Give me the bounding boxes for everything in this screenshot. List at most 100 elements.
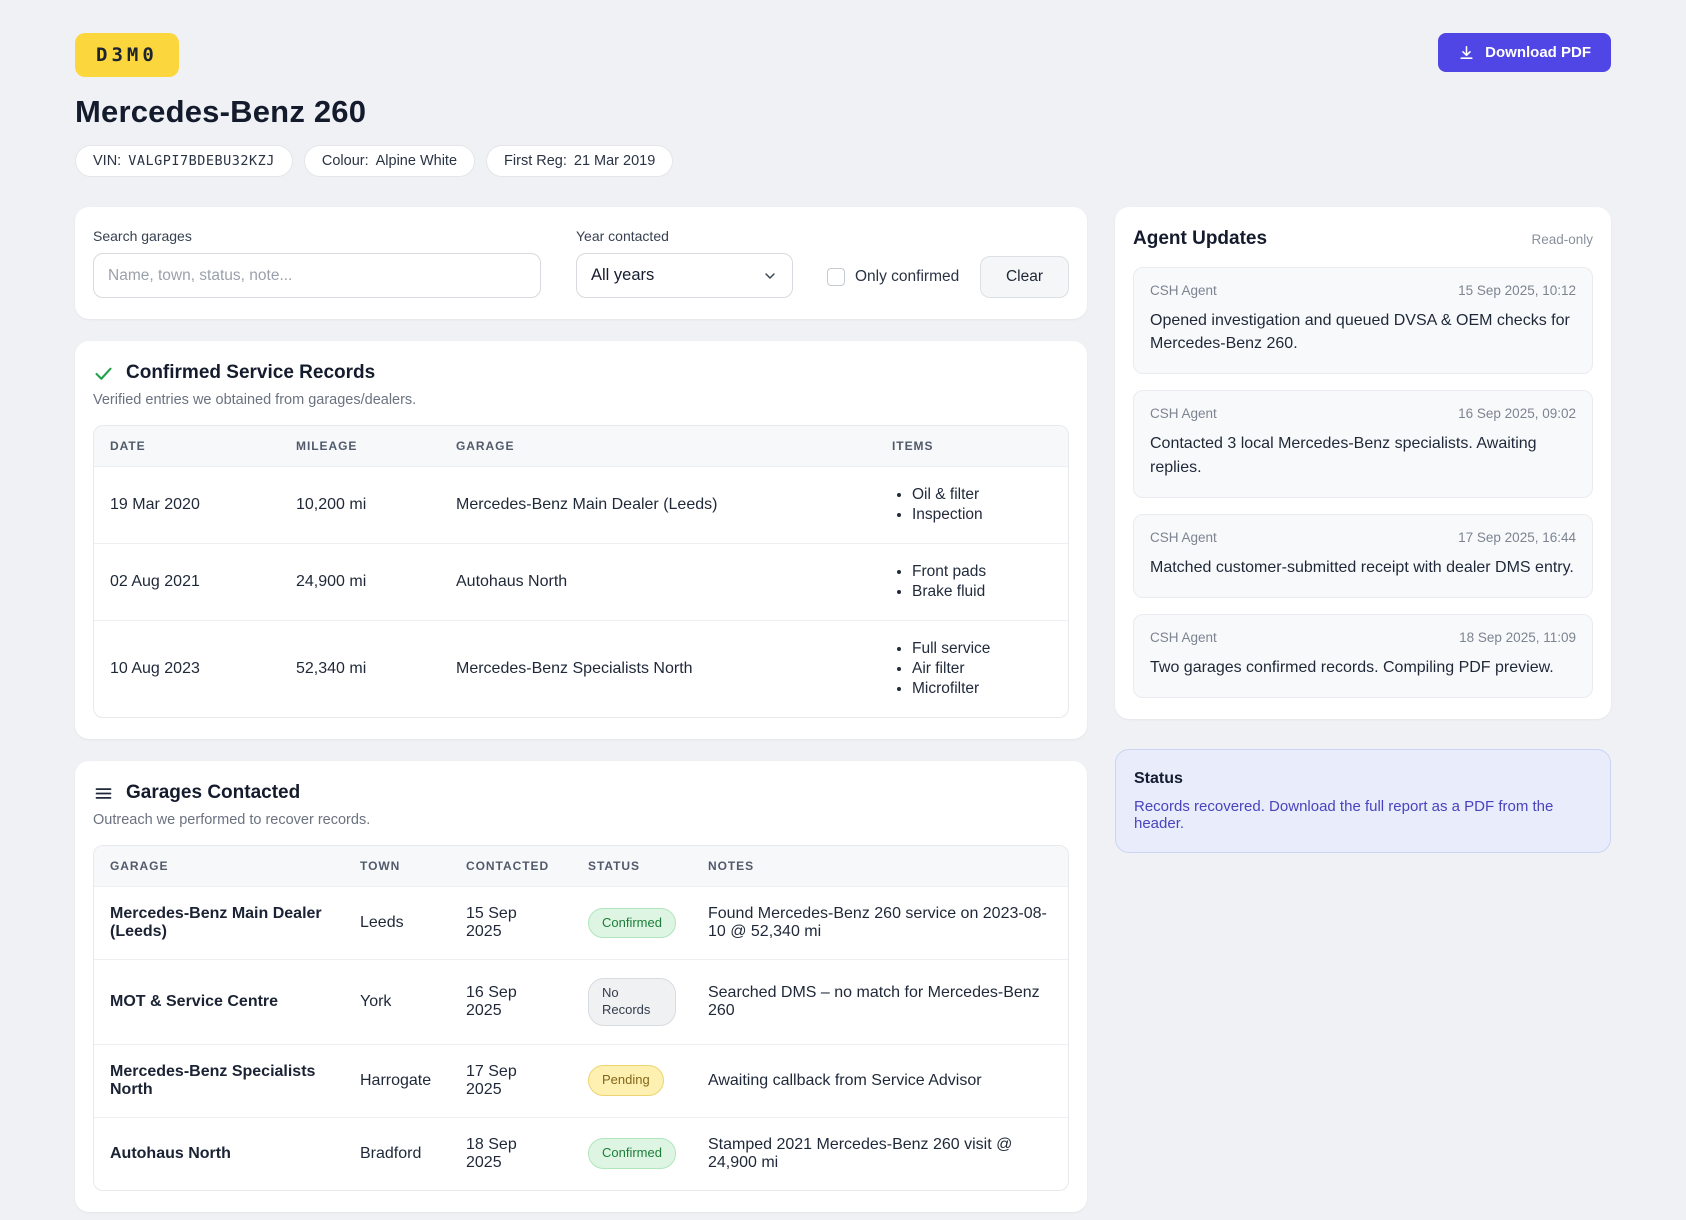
status-badge: No Records bbox=[588, 978, 676, 1026]
column-header: Status bbox=[572, 846, 692, 887]
record-item: Oil & filter bbox=[912, 485, 1052, 505]
confirmed-records-table: DateMileageGarageItems19 Mar 202010,200 … bbox=[94, 426, 1068, 717]
garage-contacted-date: 15 Sep 2025 bbox=[450, 887, 572, 960]
garages-contacted-header: Garages Contacted bbox=[93, 782, 1069, 804]
garage-town: Harrogate bbox=[344, 1044, 450, 1117]
garage-name: Mercedes-Benz Specialists North bbox=[94, 1044, 344, 1117]
download-icon bbox=[1458, 44, 1475, 61]
garage-contact-row: Autohaus NorthBradford18 Sep 2025 Confirm… bbox=[94, 1117, 1068, 1190]
filter-card: Search garages Year contacted All years bbox=[75, 207, 1087, 319]
agent-updates-header: Agent Updates Read-only bbox=[1133, 228, 1593, 250]
column-header: Contacted bbox=[450, 846, 572, 887]
chip-value: 21 Mar 2019 bbox=[574, 153, 655, 169]
garages-contacted-table-wrap: GarageTownContactedStatusNotesMercedes-B… bbox=[93, 845, 1069, 1191]
record-items: Oil & filterInspection bbox=[876, 467, 1068, 544]
readonly-label: Read-only bbox=[1531, 232, 1593, 247]
garage-contacted-date: 17 Sep 2025 bbox=[450, 1044, 572, 1117]
agent-update-timestamp: 17 Sep 2025, 16:44 bbox=[1458, 530, 1576, 545]
garage-status-cell: Confirmed bbox=[572, 1117, 692, 1190]
record-items: Full serviceAir filterMicrofilter bbox=[876, 621, 1068, 718]
column-header: Date bbox=[94, 426, 280, 467]
garage-contact-row: Mercedes-Benz Specialists NorthHarrogate… bbox=[94, 1044, 1068, 1117]
record-garage: Autohaus North bbox=[440, 544, 876, 621]
garage-contact-row: MOT & Service CentreYork16 Sep 2025No Re… bbox=[94, 960, 1068, 1045]
chip-value: VALGPI7BDEBU32KZJ bbox=[128, 153, 275, 169]
garages-contacted-card: Garages Contacted Outreach we performed … bbox=[75, 761, 1087, 1212]
record-item: Air filter bbox=[912, 659, 1052, 679]
garage-town: Leeds bbox=[344, 887, 450, 960]
record-items: Front padsBrake fluid bbox=[876, 544, 1068, 621]
vehicle-chips: VIN:VALGPI7BDEBU32KZJColour:Alpine White… bbox=[75, 145, 1611, 177]
agent-update-timestamp: 15 Sep 2025, 10:12 bbox=[1458, 283, 1576, 298]
column-header: Mileage bbox=[280, 426, 440, 467]
status-panel-title: Status bbox=[1134, 770, 1592, 788]
garage-town: Bradford bbox=[344, 1117, 450, 1190]
search-input[interactable] bbox=[93, 253, 541, 298]
table-head-row: DateMileageGarageItems bbox=[94, 426, 1068, 467]
service-record-row: 10 Aug 202352,340 miMercedes-Benz Specia… bbox=[94, 621, 1068, 718]
only-confirmed-checkbox[interactable] bbox=[827, 268, 845, 286]
garage-status-cell: Pending bbox=[572, 1044, 692, 1117]
garages-contacted-table: GarageTownContactedStatusNotesMercedes-B… bbox=[94, 846, 1068, 1190]
confirmed-records-title: Confirmed Service Records bbox=[126, 362, 375, 384]
chevron-down-icon bbox=[762, 268, 778, 284]
check-icon bbox=[93, 363, 114, 384]
garage-contact-row: Mercedes-Benz Main Dealer (Leeds)Leeds15… bbox=[94, 887, 1068, 960]
table-head: GarageTownContactedStatusNotes bbox=[94, 846, 1068, 887]
record-garage: Mercedes-Benz Main Dealer (Leeds) bbox=[440, 467, 876, 544]
chip-label: First Reg: bbox=[504, 153, 567, 169]
agent-update-author: CSH Agent bbox=[1150, 406, 1217, 421]
page: D3M0 Download PDF Mercedes-Benz 260 VIN:… bbox=[0, 0, 1686, 1220]
agent-update-item: CSH Agent 17 Sep 2025, 16:44 Matched custo… bbox=[1133, 514, 1593, 598]
garage-contacted-date: 16 Sep 2025 bbox=[450, 960, 572, 1045]
record-items-list: Front padsBrake fluid bbox=[892, 562, 1052, 602]
table-body: Mercedes-Benz Main Dealer (Leeds)Leeds15… bbox=[94, 887, 1068, 1190]
table-body: 19 Mar 202010,200 miMercedes-Benz Main D… bbox=[94, 467, 1068, 718]
vehicle-chip: First Reg: 21 Mar 2019 bbox=[486, 145, 673, 177]
sidebar-column: Agent Updates Read-only CSH Agent 15 Sep … bbox=[1115, 207, 1611, 853]
clear-filters-button[interactable]: Clear bbox=[980, 256, 1069, 298]
agent-update-text: Two garages confirmed records. Compiling… bbox=[1150, 656, 1576, 679]
garage-notes: Awaiting callback from Service Advisor bbox=[692, 1044, 1068, 1117]
garages-contacted-subtitle: Outreach we performed to recover records… bbox=[93, 812, 1069, 828]
demo-badge: D3M0 bbox=[75, 33, 179, 77]
record-items-list: Full serviceAir filterMicrofilter bbox=[892, 639, 1052, 699]
column-header: Notes bbox=[692, 846, 1068, 887]
top-bar: D3M0 Download PDF bbox=[75, 33, 1611, 77]
garage-name: MOT & Service Centre bbox=[94, 960, 344, 1045]
agent-update-text: Matched customer-submitted receipt with … bbox=[1150, 556, 1576, 579]
download-pdf-button[interactable]: Download PDF bbox=[1438, 33, 1611, 72]
column-header: Garage bbox=[94, 846, 344, 887]
record-item: Brake fluid bbox=[912, 582, 1052, 602]
record-item: Front pads bbox=[912, 562, 1052, 582]
record-date: 19 Mar 2020 bbox=[94, 467, 280, 544]
agent-update-item: CSH Agent 18 Sep 2025, 11:09 Two garages c… bbox=[1133, 614, 1593, 698]
search-label: Search garages bbox=[93, 228, 541, 244]
agent-update-author: CSH Agent bbox=[1150, 630, 1217, 645]
menu-lines-icon bbox=[93, 783, 114, 804]
garage-contacted-date: 18 Sep 2025 bbox=[450, 1117, 572, 1190]
record-date: 02 Aug 2021 bbox=[94, 544, 280, 621]
confirmed-records-table-wrap: DateMileageGarageItems19 Mar 202010,200 … bbox=[93, 425, 1069, 718]
table-head-row: GarageTownContactedStatusNotes bbox=[94, 846, 1068, 887]
garage-notes: Found Mercedes-Benz 260 service on 2023-… bbox=[692, 887, 1068, 960]
agent-update-timestamp: 18 Sep 2025, 11:09 bbox=[1459, 630, 1576, 645]
garage-name: Autohaus North bbox=[94, 1117, 344, 1190]
confirmed-records-card: Confirmed Service Records Verified entri… bbox=[75, 341, 1087, 739]
only-confirmed-checkbox-group[interactable]: Only confirmed bbox=[827, 268, 959, 298]
column-header: Items bbox=[876, 426, 1068, 467]
table-head: DateMileageGarageItems bbox=[94, 426, 1068, 467]
agent-update-item: CSH Agent15 Sep 2025, 10:12Opened invest… bbox=[1133, 267, 1593, 374]
status-badge: Confirmed bbox=[588, 1138, 676, 1169]
chip-value: Alpine White bbox=[376, 153, 457, 169]
download-pdf-label: Download PDF bbox=[1485, 44, 1591, 61]
agent-update-author: CSH Agent bbox=[1150, 283, 1217, 298]
year-contacted-label: Year contacted bbox=[576, 228, 793, 244]
page-title: Mercedes-Benz 260 bbox=[75, 94, 1611, 130]
status-badge: Confirmed bbox=[588, 908, 676, 939]
agent-update-meta: CSH Agent 18 Sep 2025, 11:09 bbox=[1150, 630, 1576, 645]
agent-updates-title: Agent Updates bbox=[1133, 228, 1267, 250]
agent-update-author: CSH Agent bbox=[1150, 530, 1217, 545]
record-mileage: 10,200 mi bbox=[280, 467, 440, 544]
year-select[interactable]: All years bbox=[576, 253, 793, 298]
